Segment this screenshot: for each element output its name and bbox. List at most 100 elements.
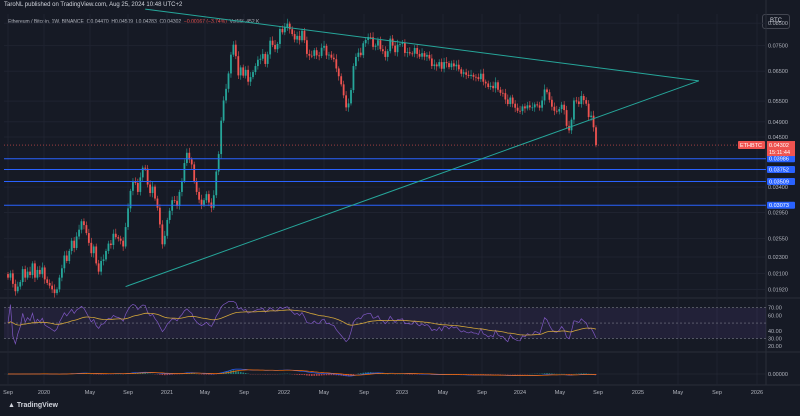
- candle: [413, 45, 416, 58]
- candle: [129, 188, 132, 212]
- candle: [254, 63, 257, 75]
- candle: [188, 147, 191, 164]
- candle-body: [31, 263, 34, 276]
- candle-body: [195, 181, 198, 192]
- candle-body: [511, 97, 514, 104]
- candle-body: [521, 106, 524, 112]
- macd-histogram-bar: [296, 374, 298, 375]
- candle-body: [565, 110, 568, 126]
- y-tick-label: 0.06500: [768, 69, 788, 75]
- candle-body: [575, 100, 578, 102]
- candle-body: [68, 250, 71, 261]
- y-tick-label: 0.02950: [768, 211, 788, 217]
- candle-body: [242, 67, 245, 76]
- macd-histogram-bar: [161, 374, 164, 376]
- candle-body: [423, 53, 426, 57]
- candle: [492, 81, 494, 92]
- candle: [337, 66, 340, 81]
- candle-body: [279, 29, 281, 44]
- candle: [350, 87, 352, 106]
- x-tick-label: 2021: [161, 390, 173, 396]
- candle: [587, 100, 590, 120]
- macd-histogram-bar: [546, 373, 548, 374]
- candle-body: [553, 106, 556, 111]
- candle-body: [457, 64, 460, 70]
- x-tick-label: May: [85, 390, 96, 396]
- y-tick-label: 0.02550: [768, 237, 788, 243]
- candle-body: [477, 77, 480, 80]
- candle: [538, 101, 541, 111]
- candle: [16, 281, 19, 294]
- candle-body: [53, 289, 56, 294]
- candle: [551, 96, 553, 111]
- candle-body: [519, 110, 521, 112]
- macd-histogram-bar: [164, 374, 166, 376]
- candle: [97, 259, 100, 275]
- candle-body: [379, 40, 382, 50]
- macd-histogram-bar: [293, 374, 296, 375]
- rsi-tick-label: 30.00: [768, 336, 782, 342]
- candle-body: [298, 35, 301, 41]
- candle: [269, 37, 272, 59]
- x-tick-label: May: [673, 390, 684, 396]
- candle-body: [87, 233, 90, 243]
- candle-body: [516, 107, 519, 111]
- candle: [340, 73, 343, 87]
- price-chart[interactable]: Sep 2020 May Sep 2021 May Sep 2022 May Sep 2023 May…: [0, 0, 800, 416]
- candle-body: [114, 233, 117, 238]
- candle: [511, 94, 514, 108]
- candle: [48, 279, 51, 289]
- candle: [70, 237, 73, 255]
- candle-body: [492, 85, 494, 89]
- candle: [85, 221, 88, 236]
- candle-body: [58, 277, 61, 290]
- candle: [105, 248, 107, 262]
- candle: [53, 284, 56, 298]
- candle-body: [61, 268, 63, 278]
- candle-body: [489, 85, 492, 88]
- candle: [286, 18, 289, 31]
- y-tick-label: 0.08500: [768, 21, 788, 27]
- candle: [359, 47, 362, 58]
- y-tick-label: 0.02300: [768, 255, 788, 261]
- candle-body: [149, 184, 151, 194]
- candle-body: [448, 63, 450, 68]
- candle: [56, 287, 58, 296]
- candle: [112, 229, 115, 250]
- candle-body: [310, 55, 313, 57]
- rsi-tick-label: 70.00: [768, 306, 782, 312]
- macd-histogram-bar: [205, 374, 208, 375]
- candle-body: [283, 27, 286, 33]
- x-tick-label: 2023: [396, 390, 408, 396]
- candle: [453, 59, 455, 70]
- candle: [543, 84, 546, 105]
- macd-histogram-bar: [244, 372, 247, 374]
- level-price-tag: 0.03509: [767, 177, 795, 185]
- symbol-tag: ETHBTC: [738, 141, 765, 150]
- macd-histogram-bar: [311, 374, 313, 376]
- candle-body: [394, 45, 396, 53]
- candle: [472, 72, 475, 81]
- candle-body: [178, 191, 181, 206]
- candle: [279, 26, 281, 49]
- candle: [560, 101, 563, 113]
- candle-body: [315, 50, 318, 56]
- macd-histogram-bar: [580, 373, 583, 374]
- candle-body: [514, 103, 517, 108]
- candle-body: [497, 82, 499, 90]
- candle-body: [472, 74, 475, 77]
- candle: [41, 262, 44, 278]
- candle-body: [38, 269, 41, 275]
- candle-body: [220, 120, 223, 155]
- candle: [541, 96, 543, 112]
- candle: [477, 73, 480, 82]
- candle-body: [19, 282, 22, 287]
- candle: [345, 91, 347, 112]
- candle: [315, 47, 318, 60]
- candle-body: [249, 77, 252, 82]
- candle: [149, 180, 151, 197]
- candle: [404, 39, 406, 57]
- macd-histogram-bar: [298, 374, 301, 375]
- candle: [95, 243, 98, 266]
- candle: [381, 44, 384, 55]
